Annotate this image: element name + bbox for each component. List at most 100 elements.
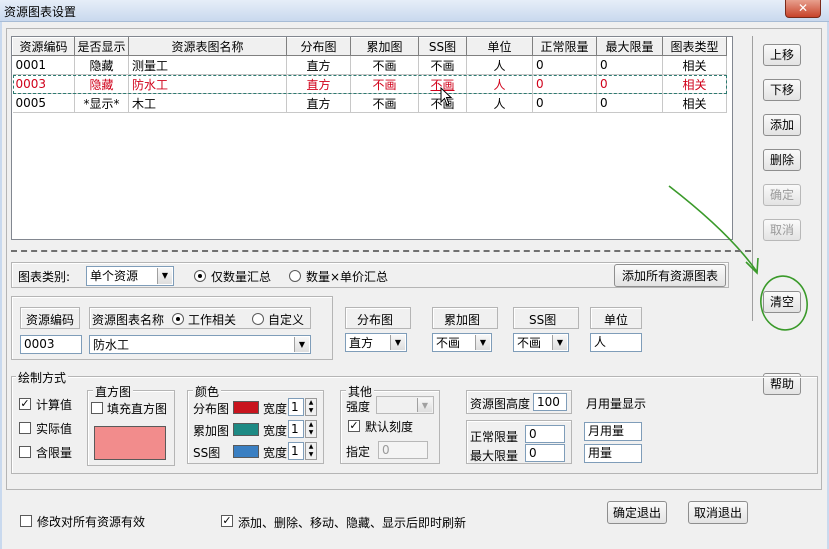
cell-show[interactable]: 隐藏 (74, 55, 129, 75)
include-limit-label: 含限量 (36, 446, 73, 460)
resource-table: 资源编码 是否显示 资源表图名称 分布图 累加图 SS图 单位 正常限量 最大限… (12, 37, 727, 113)
cell-name[interactable]: 测量工 (128, 55, 287, 75)
radio-qty-price[interactable] (289, 270, 301, 282)
default-scale-checkbox[interactable]: ✓ (348, 420, 360, 432)
spin-arrows-icon[interactable]: ▲ ▼ (305, 420, 317, 438)
move-up-button[interactable]: 上移 (763, 44, 801, 66)
cell-max-limit[interactable]: 0 (596, 55, 663, 75)
dist-color-swatch[interactable] (233, 401, 259, 414)
accum-width-label: 宽度 (263, 424, 288, 438)
cell-dist[interactable]: 直方 (286, 93, 351, 113)
col-header-show[interactable]: 是否显示 (74, 37, 129, 56)
radio-custom[interactable] (252, 313, 264, 325)
histogram-color-swatch[interactable] (94, 426, 166, 460)
cell-normal-limit[interactable]: 0 (532, 55, 597, 75)
mouse-cursor-icon (440, 87, 453, 106)
cell-show[interactable]: *显示* (74, 93, 129, 113)
ok-exit-button[interactable]: 确定退出 (607, 501, 667, 524)
chart-type-select[interactable]: 单个资源 ▼ (86, 266, 174, 286)
cell-code[interactable]: 0003 (12, 74, 75, 94)
resource-height-input[interactable]: 100 (533, 393, 567, 411)
dist-select[interactable]: 直方 ▼ (345, 333, 407, 352)
col-header-accum[interactable]: 累加图 (350, 37, 419, 56)
move-down-button[interactable]: 下移 (763, 79, 801, 101)
close-button[interactable]: ✕ (785, 0, 821, 18)
add-button[interactable]: 添加 (763, 114, 801, 136)
clear-button[interactable]: 清空 (763, 291, 801, 313)
radio-work-related[interactable] (172, 313, 184, 325)
dist-width-input[interactable]: 1 (288, 398, 304, 416)
delete-button[interactable]: 删除 (763, 149, 801, 171)
cell-name[interactable]: 木工 (128, 93, 287, 113)
max-limit-input[interactable]: 0 (525, 444, 565, 462)
auto-refresh-label: 添加、删除、移动、隐藏、显示后即时刷新 (238, 516, 467, 530)
monthly-usage-input[interactable]: 月用量 (584, 422, 642, 441)
cancel-exit-button[interactable]: 取消退出 (688, 501, 748, 524)
col-header-code[interactable]: 资源编码 (12, 37, 75, 56)
cell-chart-type[interactable]: 相关 (662, 93, 727, 113)
cell-code[interactable]: 0001 (12, 55, 75, 75)
auto-refresh-checkbox[interactable]: ✓ (221, 515, 233, 527)
add-all-resource-charts-button[interactable]: 添加所有资源图表 (614, 264, 726, 287)
cell-unit[interactable]: 人 (466, 74, 533, 94)
table-row[interactable]: 0005 *显示* 木工 直方 不画 不画 人 0 0 相关 (12, 93, 727, 113)
cell-ss[interactable]: 不画 (418, 55, 467, 75)
actual-value-label: 实际值 (36, 422, 73, 436)
resource-grid[interactable]: 资源编码 是否显示 资源表图名称 分布图 累加图 SS图 单位 正常限量 最大限… (11, 36, 733, 240)
col-header-unit[interactable]: 单位 (466, 37, 533, 56)
title-bar: 资源图表设置 ✕ (0, 0, 829, 22)
specify-input[interactable]: 0 (378, 441, 428, 459)
col-header-chart-type[interactable]: 图表类型 (662, 37, 727, 56)
spin-arrows-icon[interactable]: ▲ ▼ (305, 442, 317, 460)
accum-select[interactable]: 不画 ▼ (432, 333, 492, 352)
usage-input[interactable]: 用量 (584, 444, 642, 463)
radio-qty-only[interactable] (194, 270, 206, 282)
normal-limit-input[interactable]: 0 (525, 425, 565, 443)
include-limit-checkbox[interactable] (19, 446, 31, 458)
col-header-name[interactable]: 资源表图名称 (128, 37, 287, 56)
unit-input[interactable]: 人 (590, 333, 642, 352)
code-input[interactable]: 0003 (20, 335, 82, 354)
calc-value-checkbox[interactable]: ✓ (19, 398, 31, 410)
accum-value: 不画 (436, 336, 461, 350)
dropdown-arrow-icon: ▼ (552, 335, 567, 350)
actual-value-checkbox[interactable] (19, 422, 31, 434)
dropdown-arrow-icon: ▼ (294, 337, 309, 352)
cell-accum[interactable]: 不画 (350, 74, 419, 94)
table-row[interactable]: 0001 隐藏 测量工 直方 不画 不画 人 0 0 相关 (12, 55, 727, 75)
fill-histogram-checkbox[interactable] (91, 402, 103, 414)
apply-all-checkbox[interactable] (20, 515, 32, 527)
col-header-normal-limit[interactable]: 正常限量 (532, 37, 597, 56)
cell-accum[interactable]: 不画 (350, 55, 419, 75)
resource-name-select[interactable]: 防水工 ▼ (89, 335, 311, 354)
table-row-selected[interactable]: 0003 隐藏 防水工 直方 不画 不画 人 0 0 相关 (12, 74, 727, 94)
confirm-button[interactable]: 确定 (763, 184, 801, 206)
col-header-ss[interactable]: SS图 (418, 37, 467, 56)
cell-normal-limit[interactable]: 0 (532, 93, 597, 113)
cell-dist[interactable]: 直方 (286, 74, 351, 94)
cell-accum[interactable]: 不画 (350, 93, 419, 113)
spin-arrows-icon[interactable]: ▲ ▼ (305, 398, 317, 416)
accum-width-input[interactable]: 1 (288, 420, 304, 438)
col-header-max-limit[interactable]: 最大限量 (596, 37, 663, 56)
normal-limit-label: 正常限量 (470, 430, 519, 444)
histogram-label: 直方图 (93, 383, 134, 400)
ss-width-input[interactable]: 1 (288, 442, 304, 460)
cell-normal-limit[interactable]: 0 (532, 74, 597, 94)
cell-chart-type[interactable]: 相关 (662, 74, 727, 94)
col-header-dist[interactable]: 分布图 (286, 37, 351, 56)
cell-unit[interactable]: 人 (466, 93, 533, 113)
cell-dist[interactable]: 直方 (286, 55, 351, 75)
cell-code[interactable]: 0005 (12, 93, 75, 113)
cell-max-limit[interactable]: 0 (596, 74, 663, 94)
cell-max-limit[interactable]: 0 (596, 93, 663, 113)
ss-color-swatch[interactable] (233, 445, 259, 458)
cancel-button[interactable]: 取消 (763, 219, 801, 241)
accum-color-swatch[interactable] (233, 423, 259, 436)
strength-select[interactable]: ▼ (376, 396, 434, 414)
cell-name[interactable]: 防水工 (128, 74, 287, 94)
cell-unit[interactable]: 人 (466, 55, 533, 75)
cell-show[interactable]: 隐藏 (74, 74, 129, 94)
ss-select[interactable]: 不画 ▼ (513, 333, 569, 352)
cell-chart-type[interactable]: 相关 (662, 55, 727, 75)
